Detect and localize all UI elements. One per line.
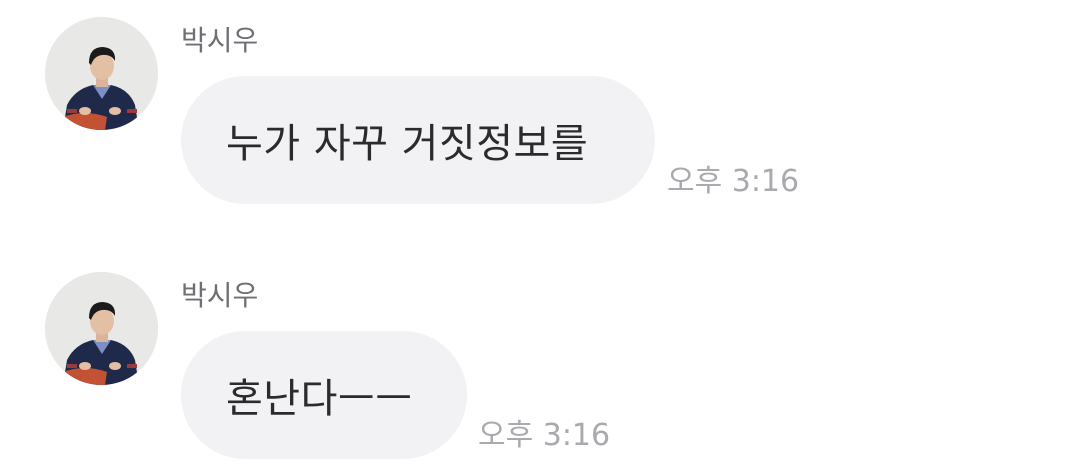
avatar[interactable]	[45, 272, 158, 385]
message-bubble[interactable]: 누가 자꾸 거짓정보를	[181, 76, 655, 204]
avatar[interactable]	[45, 17, 158, 130]
message-text: 누가 자꾸 거짓정보를	[226, 121, 589, 167]
message-bubble[interactable]: 혼난다ㅡㅡ	[181, 331, 467, 459]
profile-photo	[45, 17, 158, 130]
profile-photo	[45, 272, 158, 385]
sender-name: 박시우	[181, 24, 259, 57]
message-timestamp: 오후 3:16	[667, 164, 800, 199]
message-text: 혼난다ㅡㅡ	[226, 376, 413, 422]
sender-name: 박시우	[181, 279, 259, 312]
message-timestamp: 오후 3:16	[478, 418, 611, 453]
